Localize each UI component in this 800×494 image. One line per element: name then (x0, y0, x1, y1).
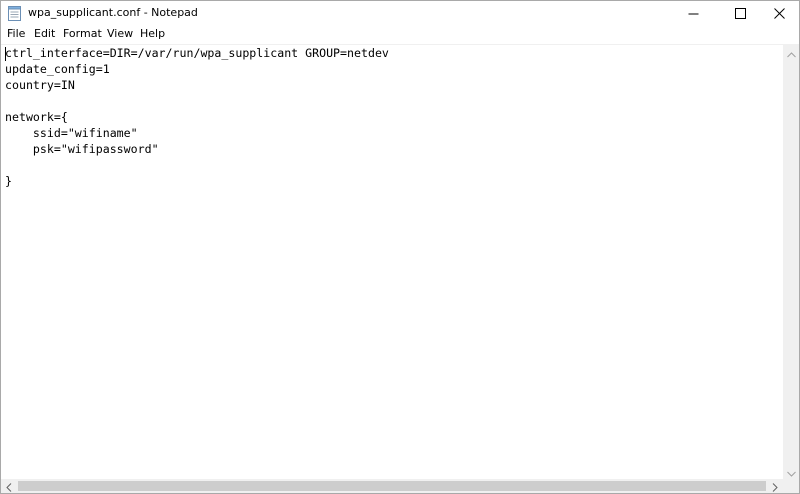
menu-bar: File Edit Format View Help (1, 26, 799, 44)
notepad-window: wpa_supplicant.conf - Notepad File Edit … (0, 0, 800, 494)
minimize-icon (688, 4, 699, 23)
text-line-3: country=IN (5, 78, 75, 92)
scroll-left-icon (6, 477, 12, 494)
vertical-scrollbar[interactable] (783, 44, 799, 479)
scroll-down-button[interactable] (783, 463, 799, 479)
text-editor[interactable]: ctrl_interface=DIR=/var/run/wpa_supplica… (1, 44, 783, 480)
minimize-button[interactable] (675, 1, 712, 26)
window-title: wpa_supplicant.conf - Notepad (28, 6, 198, 19)
scroll-right-icon (772, 477, 778, 494)
text-line-2: update_config=1 (5, 62, 110, 76)
text-line-6: ssid="wifiname" (5, 126, 138, 140)
horizontal-scrollbar[interactable] (1, 479, 783, 493)
menu-file[interactable]: File (7, 27, 25, 40)
notepad-icon (8, 5, 21, 21)
scroll-up-button[interactable] (783, 44, 799, 60)
menu-format[interactable]: Format (63, 27, 102, 40)
close-button[interactable] (761, 1, 798, 26)
scrollbar-corner (783, 479, 799, 493)
horizontal-scroll-thumb[interactable] (18, 481, 766, 491)
scroll-down-icon (786, 462, 796, 481)
maximize-icon (735, 4, 746, 23)
close-icon (774, 4, 785, 23)
text-line-9: } (5, 174, 12, 188)
menu-edit[interactable]: Edit (34, 27, 55, 40)
title-bar[interactable]: wpa_supplicant.conf - Notepad (1, 1, 799, 26)
scroll-left-button[interactable] (1, 479, 17, 493)
menu-view[interactable]: View (107, 27, 133, 40)
text-line-5: network={ (5, 110, 68, 124)
menu-help[interactable]: Help (140, 27, 165, 40)
text-caret (5, 47, 6, 61)
scroll-up-icon (786, 43, 796, 62)
scroll-right-button[interactable] (767, 479, 783, 493)
maximize-button[interactable] (722, 1, 759, 26)
text-line-7: psk="wifipassword" (5, 142, 159, 156)
text-line-1: ctrl_interface=DIR=/var/run/wpa_supplica… (5, 46, 389, 60)
